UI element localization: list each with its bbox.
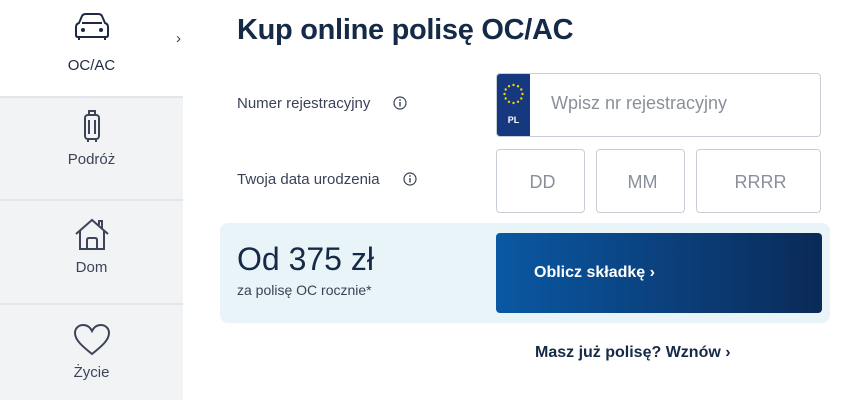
car-icon xyxy=(74,13,109,40)
price-note: za polisę OC rocznie* xyxy=(237,282,372,298)
calculate-premium-button[interactable]: Oblicz składkę › xyxy=(496,233,822,313)
registration-plate-field[interactable]: PL xyxy=(496,73,821,137)
house-icon xyxy=(74,218,109,250)
sidebar-item-dom[interactable]: Dom xyxy=(0,201,183,303)
sidebar-item-label: OC/AC xyxy=(67,57,116,74)
page-title: Kup online polisę OC/AC xyxy=(237,14,574,46)
birthdate-label: Twoja data urodzenia xyxy=(237,171,380,188)
sidebar-item-label: Życie xyxy=(73,364,110,381)
price-value: Od 375 zł xyxy=(237,241,374,277)
sidebar-item-oc-ac[interactable]: OC/AC xyxy=(0,0,183,96)
heart-icon xyxy=(73,323,110,356)
sidebar-item-zycie[interactable]: Życie xyxy=(0,305,183,400)
country-code: PL xyxy=(507,115,520,125)
sidebar-item-podroz[interactable]: Podróż xyxy=(0,98,183,199)
day-input[interactable] xyxy=(497,150,588,214)
product-sidebar: OC/AC › Podróż Dom Życie xyxy=(0,0,183,400)
price-promo-panel: Od 375 zł za polisę OC rocznie* Oblicz s… xyxy=(220,223,830,323)
day-field[interactable] xyxy=(496,149,588,214)
sidebar-item-label: Dom xyxy=(75,259,108,276)
month-input[interactable] xyxy=(597,150,688,214)
year-input[interactable] xyxy=(697,150,824,214)
year-field[interactable] xyxy=(696,149,824,214)
chevron-right-icon[interactable]: › xyxy=(176,30,181,47)
info-icon[interactable] xyxy=(393,96,407,110)
sidebar-item-label: Podróż xyxy=(67,151,116,168)
renew-policy-link[interactable]: Masz już polisę? Wznów › xyxy=(535,344,731,362)
registration-input[interactable] xyxy=(549,92,813,115)
info-icon[interactable] xyxy=(403,172,417,186)
month-field[interactable] xyxy=(596,149,688,214)
registration-label: Numer rejestracyjny xyxy=(237,95,371,112)
suitcase-icon xyxy=(83,110,100,142)
eu-flag-icon: PL xyxy=(497,74,530,136)
